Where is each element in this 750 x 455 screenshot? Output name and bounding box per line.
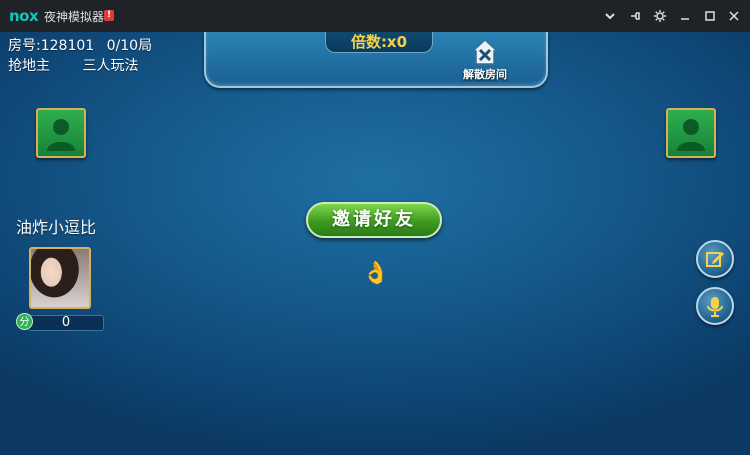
game-mode: 抢地主 <box>8 58 50 74</box>
pin-icon[interactable] <box>627 8 643 24</box>
chevron-down-icon[interactable] <box>602 8 618 24</box>
dissolve-room-button[interactable]: 解散房间 <box>456 36 514 82</box>
player-name: 油炸小逗比 <box>16 218 97 237</box>
room-info: 房号:128101 0/10局 抢地主 三人玩法 <box>8 36 166 76</box>
house-x-icon <box>471 38 499 65</box>
empty-seat-left[interactable] <box>36 108 86 158</box>
avatar-photo <box>31 249 89 307</box>
multiplier-display: 倍数:x0 <box>325 32 433 53</box>
top-panel: 倍数:x0 解散房间 <box>204 32 548 88</box>
voice-button[interactable] <box>696 287 734 325</box>
emulator-titlebar: nox 夜神模拟器 ! <box>0 0 750 32</box>
invite-friends-button[interactable]: 邀请好友 <box>306 202 442 238</box>
pencil-edit-icon <box>706 252 724 267</box>
microphone-icon <box>707 297 723 317</box>
edit-button[interactable] <box>696 240 734 278</box>
avatar[interactable] <box>29 247 91 309</box>
user-silhouette-icon <box>47 119 75 151</box>
gear-icon[interactable] <box>652 8 668 24</box>
game-table: 房号:128101 0/10局 抢地主 三人玩法 倍数:x0 解散房间 油炸小逗… <box>0 32 750 455</box>
dissolve-room-label: 解散房间 <box>463 68 507 81</box>
score-value: 0 <box>28 315 104 331</box>
minimize-icon[interactable] <box>677 8 693 24</box>
round-counter: 0/10局 <box>106 38 153 54</box>
nox-logo: nox <box>9 7 39 25</box>
user-silhouette-icon <box>677 119 705 151</box>
ok-hand-icon: 👌 <box>362 261 390 286</box>
player-count-mode: 三人玩法 <box>82 58 139 74</box>
player-score: 0 分 <box>16 313 104 331</box>
alert-badge[interactable]: ! <box>104 10 114 21</box>
score-icon: 分 <box>16 313 33 330</box>
app-title: 夜神模拟器 <box>44 10 105 24</box>
close-icon[interactable] <box>726 8 742 24</box>
maximize-icon[interactable] <box>702 8 718 24</box>
empty-seat-right[interactable] <box>666 108 716 158</box>
room-number: 房号:128101 <box>8 38 95 54</box>
